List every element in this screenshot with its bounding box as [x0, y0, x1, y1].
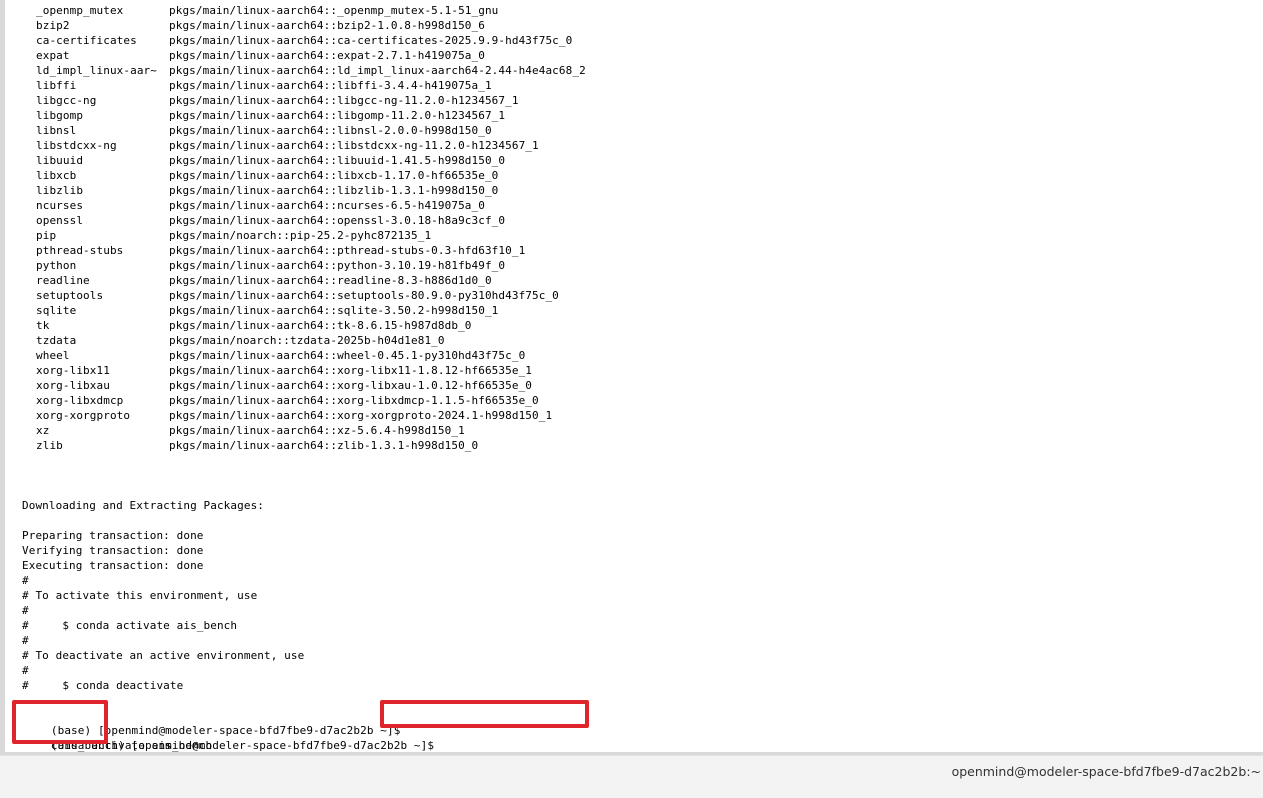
package-name: ca-certificates [36, 34, 137, 47]
package-name: libgcc-ng [36, 94, 97, 107]
package-name: tzdata [36, 334, 77, 347]
package-source: pkgs/main/linux-aarch64::expat-2.7.1-h41… [169, 49, 485, 62]
terminal-left-border [0, 0, 5, 755]
package-source: pkgs/main/linux-aarch64::xorg-xorgproto-… [169, 409, 553, 422]
executing-line: Executing transaction: done [22, 559, 204, 572]
package-name: ld_impl_linux-aar~ [36, 64, 158, 77]
package-source: pkgs/main/linux-aarch64::libzlib-1.3.1-h… [169, 184, 499, 197]
activate-command-line: # $ conda activate ais_bench [22, 619, 238, 632]
package-name: xorg-xorgproto [36, 409, 131, 422]
package-name: xorg-libx11 [36, 364, 110, 377]
deactivate-command-line: # $ conda deactivate [22, 679, 184, 692]
package-name: pip [36, 229, 57, 242]
package-source: pkgs/main/linux-aarch64::zlib-1.3.1-h998… [169, 439, 479, 452]
package-source: pkgs/main/noarch::pip-25.2-pyhc872135_1 [169, 229, 432, 242]
package-name: tk [36, 319, 50, 332]
package-source: pkgs/main/linux-aarch64::libnsl-2.0.0-h9… [169, 124, 492, 137]
package-source: pkgs/main/linux-aarch64::xz-5.6.4-h998d1… [169, 424, 465, 437]
terminal-output[interactable]: _openmp_mutex pkgs/main/linux-aarch64::_o… [0, 0, 1263, 752]
package-name: ncurses [36, 199, 84, 212]
package-name: _openmp_mutex [36, 4, 124, 17]
verifying-line: Verifying transaction: done [22, 544, 204, 557]
package-source: pkgs/main/linux-aarch64::xorg-libx11-1.8… [169, 364, 533, 377]
package-source: pkgs/main/linux-aarch64::bzip2-1.0.8-h99… [169, 19, 485, 32]
package-source: pkgs/main/linux-aarch64::xorg-libxau-1.0… [169, 379, 533, 392]
package-name: xorg-libxdmcp [36, 394, 124, 407]
package-source: pkgs/main/linux-aarch64::ld_impl_linux-a… [169, 64, 586, 77]
status-bar: openmind@modeler-space-bfd7fbe9-d7ac2b2b… [0, 755, 1263, 798]
package-name: libffi [36, 79, 77, 92]
deactivate-note-line: # To deactivate an active environment, u… [22, 649, 305, 662]
activate-note-line: # To activate this environment, use [22, 589, 258, 602]
package-source: pkgs/main/noarch::tzdata-2025b-h04d1e81_… [169, 334, 445, 347]
package-source: pkgs/main/linux-aarch64::libgcc-ng-11.2.… [169, 94, 519, 107]
package-name: libnsl [36, 124, 77, 137]
comment-line: # [22, 574, 29, 587]
package-source: pkgs/main/linux-aarch64::libffi-3.4.4-h4… [169, 79, 492, 92]
preparing-line: Preparing transaction: done [22, 529, 204, 542]
package-source: pkgs/main/linux-aarch64::sqlite-3.50.2-h… [169, 304, 499, 317]
package-source: pkgs/main/linux-aarch64::tk-8.6.15-h987d… [169, 319, 472, 332]
package-source: pkgs/main/linux-aarch64::openssl-3.0.18-… [169, 214, 506, 227]
package-source: pkgs/main/linux-aarch64::libxcb-1.17.0-h… [169, 169, 499, 182]
package-name: xorg-libxau [36, 379, 110, 392]
package-source: pkgs/main/linux-aarch64::readline-8.3-h8… [169, 274, 492, 287]
package-source: pkgs/main/linux-aarch64::libstdcxx-ng-11… [169, 139, 539, 152]
package-name: libxcb [36, 169, 77, 182]
package-name: zlib [36, 439, 63, 452]
package-source: pkgs/main/linux-aarch64::ncurses-6.5-h41… [169, 199, 485, 212]
package-name: readline [36, 274, 90, 287]
package-name: libstdcxx-ng [36, 139, 117, 152]
shell-prompt-ais-bench: (ais_bench) [openmind@modeler-space-bfd7… [50, 739, 435, 752]
package-name: setuptools [36, 289, 104, 302]
package-name: libzlib [36, 184, 84, 197]
package-name: libgomp [36, 109, 84, 122]
package-source: pkgs/main/linux-aarch64::_openmp_mutex-5… [169, 4, 499, 17]
package-name: wheel [36, 349, 70, 362]
prompt-line-base: (base) [openmind@modeler-space-bfd7fbe9-… [24, 708, 400, 752]
package-source: pkgs/main/linux-aarch64::libgomp-11.2.0-… [169, 109, 506, 122]
status-bar-title: openmind@modeler-space-bfd7fbe9-d7ac2b2b… [951, 764, 1261, 779]
package-name: python [36, 259, 77, 272]
comment-line: # [22, 664, 29, 677]
package-source: pkgs/main/linux-aarch64::libuuid-1.41.5-… [169, 154, 506, 167]
package-name: openssl [36, 214, 84, 227]
downloading-line: Downloading and Extracting Packages: [22, 499, 265, 512]
package-name: expat [36, 49, 70, 62]
package-source: pkgs/main/linux-aarch64::wheel-0.45.1-py… [169, 349, 526, 362]
package-source: pkgs/main/linux-aarch64::setuptools-80.9… [169, 289, 559, 302]
package-source: pkgs/main/linux-aarch64::ca-certificates… [169, 34, 573, 47]
comment-line: # [22, 604, 29, 617]
package-name: pthread-stubs [36, 244, 124, 257]
package-name: libuuid [36, 154, 84, 167]
prompt-line-active[interactable]: (ais_bench) [openmind@modeler-space-bfd7… [24, 723, 434, 752]
package-source: pkgs/main/linux-aarch64::python-3.10.19-… [169, 259, 506, 272]
package-name: sqlite [36, 304, 77, 317]
comment-line: # [22, 634, 29, 647]
package-source: pkgs/main/linux-aarch64::xorg-libxdmcp-1… [169, 394, 539, 407]
package-source: pkgs/main/linux-aarch64::pthread-stubs-0… [169, 244, 526, 257]
package-name: xz [36, 424, 50, 437]
package-name: bzip2 [36, 19, 70, 32]
